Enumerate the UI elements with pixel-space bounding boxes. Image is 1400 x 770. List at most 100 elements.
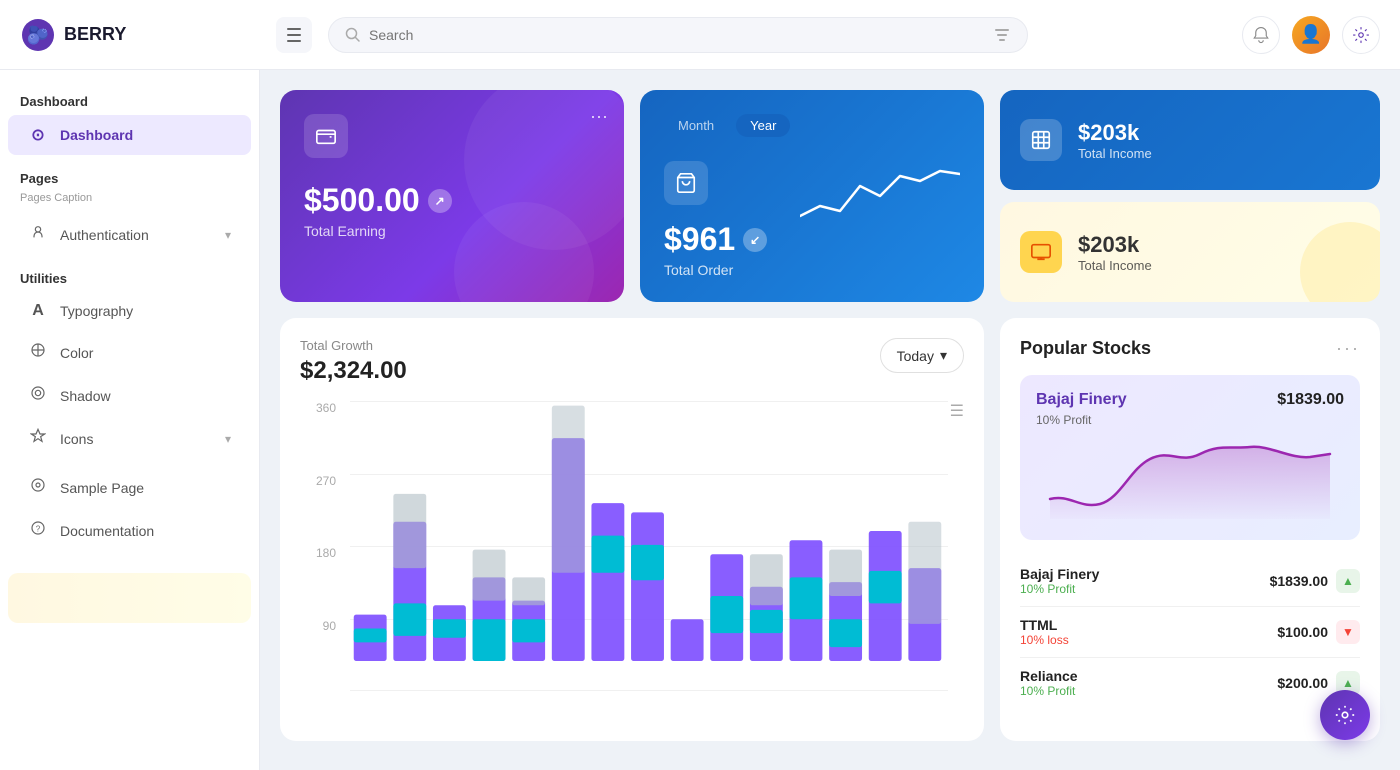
sidebar-item-color[interactable]: Color: [8, 332, 251, 373]
search-bar: [328, 17, 1028, 53]
card-amount: $500.00 ↗: [304, 182, 600, 219]
hamburger-line: [287, 28, 301, 30]
logo-icon: 🫐: [20, 17, 56, 53]
dashboard-icon: ⊙: [28, 125, 48, 145]
featured-stock-price: $1839.00: [1277, 391, 1344, 409]
shadow-icon: [28, 385, 48, 406]
dropdown-arrow-icon: ▾: [940, 347, 947, 364]
mini-icon-wrap: [1020, 119, 1062, 161]
stock-row: TTML 10% loss $100.00 ▼: [1020, 607, 1360, 658]
featured-stock-name: Bajaj Finery: [1036, 391, 1127, 409]
sidebar-item-typography[interactable]: A Typography: [8, 292, 251, 330]
mini-label-yellow: Total Income: [1078, 258, 1360, 273]
stock-info: Reliance 10% Profit: [1020, 668, 1277, 698]
stock-loss: 10% loss: [1020, 633, 1277, 647]
sidebar-section-utilities: Utilities A Typography Color: [0, 263, 259, 459]
search-icon: [345, 27, 361, 43]
bell-icon: [1252, 26, 1270, 44]
search-input[interactable]: [369, 27, 985, 43]
chart-lines: [350, 401, 948, 691]
sidebar-item-dashboard[interactable]: ⊙ Dashboard: [8, 115, 251, 155]
stats-row: ··· $500.00 ↗ Total Earning Month Year: [280, 90, 1380, 302]
sidebar-section-other: Sample Page ? Documentation: [0, 467, 259, 551]
sidebar-item-icons[interactable]: Icons ▾: [8, 418, 251, 459]
trend-down-icon: ▼: [1336, 620, 1360, 644]
total-earning-card: ··· $500.00 ↗ Total Earning: [280, 90, 624, 302]
notification-button[interactable]: [1242, 16, 1280, 54]
card-label: Total Earning: [304, 223, 600, 239]
y-label: 270: [300, 474, 344, 488]
chart-title-area: Total Growth $2,324.00: [300, 338, 407, 385]
icons-icon: [28, 428, 48, 449]
y-label: 360: [300, 401, 344, 415]
year-toggle-button[interactable]: Year: [736, 114, 790, 137]
sidebar-item-sample-page[interactable]: Sample Page: [8, 467, 251, 508]
mini-label: Total Income: [1078, 146, 1360, 161]
grid-line: [350, 690, 948, 691]
fab-settings-button[interactable]: [1320, 690, 1370, 740]
toggle-wrap: Month Year: [664, 114, 800, 137]
sidebar-item-label: Sample Page: [60, 480, 144, 496]
sidebar-item-label: Typography: [60, 303, 133, 319]
card2-icon-wrap: [664, 161, 708, 205]
svg-text:?: ?: [36, 524, 41, 533]
sample-page-icon: [28, 477, 48, 498]
chevron-down-icon: ▾: [225, 228, 231, 242]
mini-text-blue: $203k Total Income: [1078, 120, 1360, 161]
mini-text-yellow: $203k Total Income: [1078, 232, 1360, 273]
settings-button[interactable]: [1342, 16, 1380, 54]
chart-card: Total Growth $2,324.00 Today ▾ ☰ 360 270: [280, 318, 984, 741]
chart-y-labels: 360 270 180 90: [300, 401, 344, 691]
card-more-button[interactable]: ···: [590, 106, 608, 127]
sidebar-item-label: Shadow: [60, 388, 111, 404]
shopping-icon: [675, 172, 697, 194]
hamburger-line: [287, 40, 301, 42]
stock-price: $1839.00: [1270, 573, 1328, 589]
fab-gear-icon: [1334, 704, 1356, 726]
pages-caption: Pages Caption: [0, 190, 259, 212]
svg-text:🫐: 🫐: [27, 24, 49, 45]
stock-profit: 10% Profit: [1020, 582, 1270, 596]
stock-info: Bajaj Finery 10% Profit: [1020, 566, 1270, 596]
chart-section-label: Total Growth: [300, 338, 407, 353]
y-label: 180: [300, 546, 344, 560]
month-toggle-button[interactable]: Month: [664, 114, 728, 137]
sidebar-item-label: Dashboard: [60, 127, 133, 143]
wallet-icon: [315, 125, 337, 147]
today-filter-button[interactable]: Today ▾: [880, 338, 964, 373]
y-label: 90: [300, 619, 344, 633]
monitor-icon: [1030, 241, 1052, 263]
chart-menu-icon[interactable]: ☰: [950, 401, 964, 421]
stock-name: Reliance: [1020, 668, 1277, 684]
sidebar-item-shadow[interactable]: Shadow: [8, 375, 251, 416]
sidebar-item-authentication[interactable]: Authentication ▾: [8, 214, 251, 255]
stock-price: $100.00: [1277, 624, 1328, 640]
mini-amount: $203k: [1078, 120, 1360, 146]
chart-total: $2,324.00: [300, 357, 407, 385]
chart-header: Total Growth $2,324.00 Today ▾: [300, 338, 964, 385]
stock-price: $200.00: [1277, 675, 1328, 691]
featured-profit-label: 10% Profit: [1036, 413, 1344, 427]
sidebar-item-label: Icons: [60, 431, 93, 447]
stocks-more-button[interactable]: ···: [1336, 338, 1360, 359]
stock-row: Bajaj Finery 10% Profit $1839.00 ▲: [1020, 556, 1360, 607]
sidebar-item-label: Authentication: [60, 227, 149, 243]
mini-icon-wrap-yellow: [1020, 231, 1062, 273]
filter-icon[interactable]: [993, 26, 1011, 44]
mini-card-total-income-yellow: $203k Total Income: [1000, 202, 1380, 302]
hamburger-button[interactable]: [276, 17, 312, 53]
sidebar-section-dashboard: Dashboard ⊙ Dashboard: [0, 86, 259, 155]
table-icon: [1030, 129, 1052, 151]
stocks-card: Popular Stocks ··· Bajaj Finery $1839.00…: [1000, 318, 1380, 741]
stock-row: Reliance 10% Profit $200.00 ▲: [1020, 658, 1360, 708]
wave-chart: [800, 166, 960, 226]
sidebar-item-documentation[interactable]: ? Documentation: [8, 510, 251, 551]
sidebar-section-pages: Pages Pages Caption Authentication ▾: [0, 163, 259, 255]
chart-area: ☰ 360 270 180 90: [300, 401, 964, 721]
sidebar-item-label: Documentation: [60, 523, 154, 539]
featured-stock-chart: [1036, 439, 1344, 519]
user-avatar[interactable]: 👤: [1292, 16, 1330, 54]
sidebar-item-label: Color: [60, 345, 93, 361]
logo-area: 🫐 BERRY: [20, 17, 260, 53]
header: 🫐 BERRY 👤: [0, 0, 1400, 70]
